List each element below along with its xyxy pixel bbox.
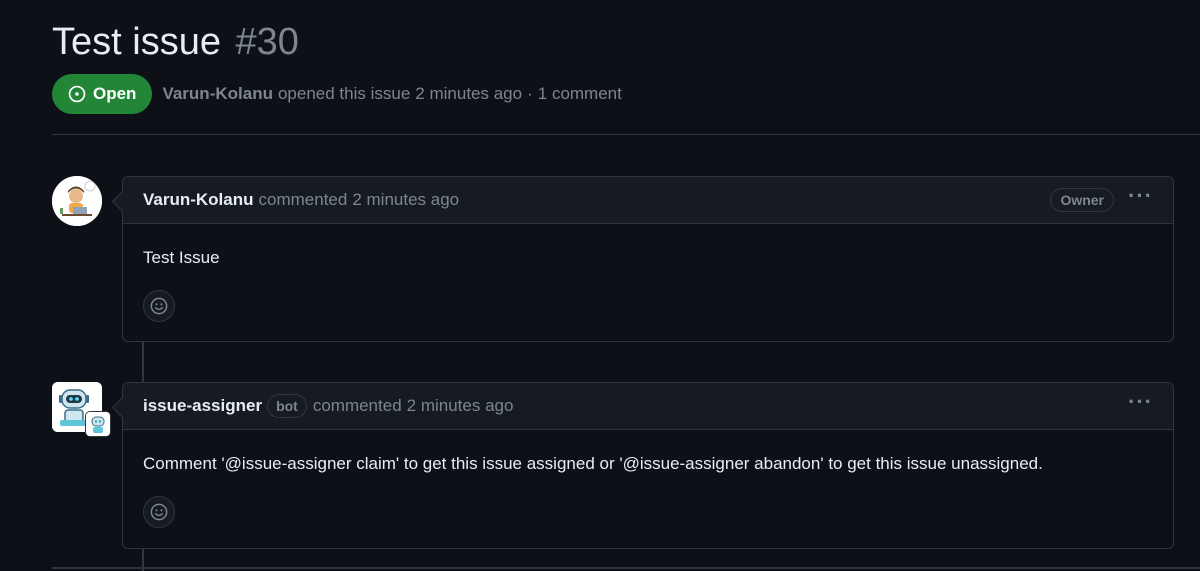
smiley-icon <box>150 297 168 315</box>
issue-opened-icon <box>68 85 86 103</box>
bottom-divider <box>52 567 1200 569</box>
opened-text: opened this issue <box>277 84 411 103</box>
add-reaction-button[interactable] <box>143 496 175 528</box>
owner-role-label: Owner <box>1050 188 1115 212</box>
header-divider <box>52 134 1200 135</box>
issue-meta: Open Varun-Kolanu opened this issue 2 mi… <box>52 74 622 114</box>
issue-title-row: Test issue #30 <box>52 16 299 68</box>
add-reaction-button[interactable] <box>143 290 175 322</box>
comment-author-link[interactable]: Varun-Kolanu <box>143 190 254 210</box>
state-label: Open <box>93 84 137 103</box>
issue-author-link[interactable]: Varun-Kolanu <box>162 84 273 104</box>
avatar-varun-kolanu[interactable] <box>52 176 102 226</box>
comment-header-actions: Owner ··· <box>1050 185 1153 215</box>
state-badge: Open <box>52 74 153 114</box>
comment-action: commented <box>258 190 348 209</box>
comment-author-link[interactable]: issue-assigner <box>143 396 262 416</box>
opened-time[interactable]: 2 minutes ago <box>415 84 522 104</box>
bot-badge-icon <box>85 411 111 437</box>
comment-header-actions: ··· <box>1128 391 1153 421</box>
issue-title: Test issue <box>52 21 221 63</box>
comment-header: Varun-Kolanu commented 2 minutes ago Own… <box>123 177 1173 224</box>
comment-count: 1 comment <box>537 84 622 103</box>
comment-header: issue-assigner bot commented 2 minutes a… <box>123 383 1173 430</box>
comment-body: Comment '@issue-assigner claim' to get t… <box>143 454 1043 473</box>
comment-time-link[interactable]: 2 minutes ago <box>407 396 514 416</box>
person-avatar-icon <box>52 176 102 226</box>
bot-label: bot <box>267 394 307 418</box>
comment-body: Test Issue <box>143 248 220 267</box>
comment-2: issue-assigner bot commented 2 minutes a… <box>122 382 1174 549</box>
comment-time-link[interactable]: 2 minutes ago <box>352 190 459 210</box>
issue-page: Test issue #30 Open Varun-Kolanu opened … <box>0 0 1200 571</box>
issue-number: #30 <box>235 21 299 63</box>
comment-action: commented <box>312 396 402 415</box>
kebab-horizontal-icon[interactable]: ··· <box>1128 185 1153 215</box>
comment-1: Varun-Kolanu commented 2 minutes ago Own… <box>122 176 1174 342</box>
smiley-icon <box>150 503 168 521</box>
meta-separator: · <box>527 84 533 103</box>
kebab-horizontal-icon[interactable]: ··· <box>1128 391 1153 421</box>
